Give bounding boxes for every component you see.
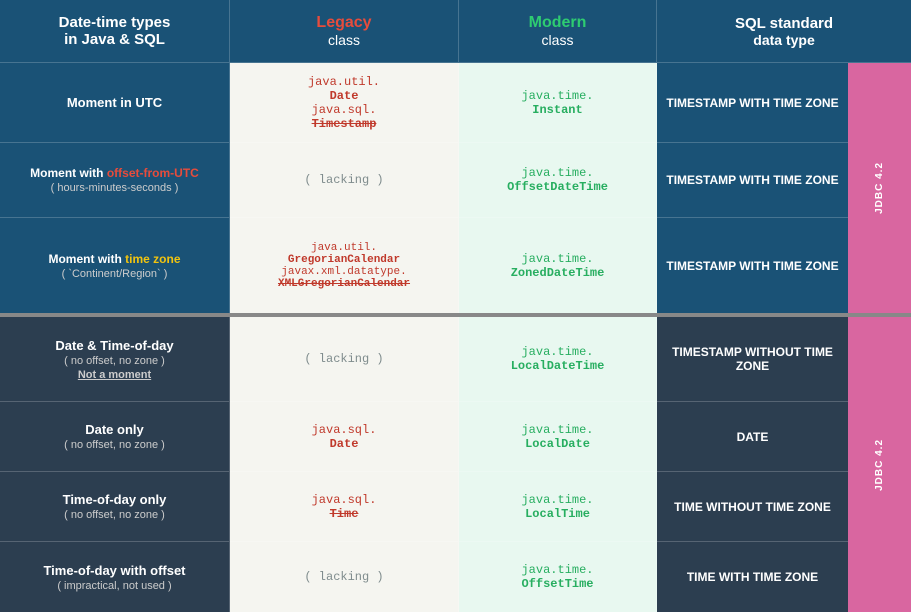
header-sql-label: SQL standard	[735, 15, 833, 32]
datetime-ldt-text: LocalDateTime	[511, 359, 605, 373]
row-datetime-sub: ( no offset, no zone )	[64, 355, 165, 367]
row-time-sub: ( no offset, no zone )	[64, 509, 165, 521]
sql-tz3-text: TIMESTAMP WITH TIME ZONE	[666, 259, 838, 273]
jdbc-bottom-cell: JDBC 4.2	[848, 317, 911, 612]
row-timeoffset-legacy: ( lacking )	[230, 542, 459, 612]
section-top: Moment in UTC java.util. Date java.sql. …	[0, 63, 911, 313]
header-col3: Modern class	[459, 0, 657, 63]
timeoffset-ot-text: OffsetTime	[521, 577, 593, 591]
sql-timewithzone-text: TIME WITH TIME ZONE	[687, 570, 818, 584]
row-offset-modern: java.time. OffsetDateTime	[459, 143, 657, 218]
header-modern-sub: class	[542, 32, 574, 48]
jdbc-top-cell: JDBC 4.2	[848, 63, 911, 313]
header-col4: SQL standard data type	[657, 0, 911, 63]
row-timeoffset-sub: ( impractical, not used )	[57, 580, 171, 592]
row-date-sql: DATE	[657, 402, 848, 472]
row-offset-main-text: Moment with offset-from-UTC	[30, 166, 199, 180]
header-legacy-sub: class	[328, 32, 360, 48]
datetime-jtime-text: java.time.	[521, 345, 593, 359]
row-zone-label: Moment with time zone ( `Continent/Region…	[0, 218, 230, 313]
time-jtime-text: java.time.	[521, 493, 593, 507]
modern-instant-text: Instant	[532, 103, 582, 117]
row-timeoffset-main: Time-of-day with offset	[43, 563, 185, 578]
header-col1-text2: in Java & SQL	[64, 31, 165, 48]
row-timeoffset-label: Time-of-day with offset ( impractical, n…	[0, 542, 230, 612]
date-ld-text: LocalDate	[525, 437, 590, 451]
legacy-util-text: java.util.	[308, 75, 380, 89]
row-date-main: Date only	[85, 422, 144, 437]
zone-jtime-text: java.time.	[521, 252, 593, 266]
legacy-timestamp-text: Timestamp	[312, 117, 377, 131]
offset-lacking-text: ( lacking )	[304, 173, 383, 187]
row-timeoffset-modern: java.time. OffsetTime	[459, 542, 657, 612]
row-time-modern: java.time. LocalTime	[459, 472, 657, 542]
row-date-sub: ( no offset, no zone )	[64, 439, 165, 451]
row-zone-modern: java.time. ZonedDateTime	[459, 218, 657, 313]
datetime-lacking-text: ( lacking )	[304, 352, 383, 366]
timeoffset-lacking-text: ( lacking )	[304, 570, 383, 584]
row-datetime-sub2: Not a moment	[78, 369, 151, 381]
row-moment-utc-label: Moment in UTC	[0, 63, 230, 143]
zone-zdt-text: ZonedDateTime	[511, 266, 605, 280]
time-lt-text: LocalTime	[525, 507, 590, 521]
jdbc-bottom-label: JDBC 4.2	[874, 439, 885, 491]
zone-util-text: java.util.	[311, 242, 377, 254]
row-zone-main-text: Moment with time zone	[48, 252, 180, 266]
header-modern-label: Modern	[529, 14, 587, 32]
header-col2: Legacy class	[230, 0, 459, 63]
sql-notz1-text: TIMESTAMP WITHOUT TIME ZONE	[663, 345, 842, 373]
row-moment-utc-legacy: java.util. Date java.sql. Timestamp	[230, 63, 459, 143]
legacy-date-text: Date	[330, 89, 359, 103]
row-date-legacy: java.sql. Date	[230, 402, 459, 472]
row-date-modern: java.time. LocalDate	[459, 402, 657, 472]
header-row: Date-time types in Java & SQL Legacy cla…	[0, 0, 911, 63]
row-time-sql: TIME WITHOUT TIME ZONE	[657, 472, 848, 542]
row-datetime-main: Date & Time-of-day	[55, 338, 173, 353]
row-offset-sub-text: ( hours-minutes-seconds )	[51, 182, 179, 194]
row-datetime-label: Date & Time-of-day ( no offset, no zone …	[0, 317, 230, 402]
offset-jtime-text: java.time.	[521, 166, 593, 180]
row-time-legacy: java.sql. Time	[230, 472, 459, 542]
row-time-main: Time-of-day only	[63, 492, 167, 507]
timeoffset-jtime-text: java.time.	[521, 563, 593, 577]
header-col1-text: Date-time types	[59, 14, 171, 31]
row-zone-sql: TIMESTAMP WITH TIME ZONE	[657, 218, 848, 313]
date-date-text: Date	[330, 437, 359, 451]
zone-xmlgreg-text: XMLGregorianCalendar	[278, 278, 410, 290]
row-moment-utc-sql: TIMESTAMP WITH TIME ZONE	[657, 63, 848, 143]
row-datetime-sql: TIMESTAMP WITHOUT TIME ZONE	[657, 317, 848, 402]
row-offset-legacy: ( lacking )	[230, 143, 459, 218]
row-offset-sql: TIMESTAMP WITH TIME ZONE	[657, 143, 848, 218]
legacy-sql-text: java.sql.	[312, 103, 377, 117]
row-moment-utc-modern: java.time. Instant	[459, 63, 657, 143]
row-zone-sub-text: ( `Continent/Region` )	[62, 268, 168, 280]
row-offset-label: Moment with offset-from-UTC ( hours-minut…	[0, 143, 230, 218]
time-time-text: Time	[330, 507, 359, 521]
offset-odt-text: OffsetDateTime	[507, 180, 608, 194]
row-zone-legacy: java.util. GregorianCalendar javax.xml.d…	[230, 218, 459, 313]
modern-jtime-text: java.time.	[521, 89, 593, 103]
header-sql-sub: data type	[753, 32, 814, 48]
date-jtime-text: java.time.	[521, 423, 593, 437]
date-sql-text: java.sql.	[312, 423, 377, 437]
section-bottom: Date & Time-of-day ( no offset, no zone …	[0, 317, 911, 612]
row-moment-utc-text: Moment in UTC	[67, 95, 162, 110]
header-legacy-label: Legacy	[316, 14, 371, 32]
zone-greg-text: GregorianCalendar	[288, 254, 400, 266]
jdbc-top-label: JDBC 4.2	[874, 162, 885, 214]
row-datetime-legacy: ( lacking )	[230, 317, 459, 402]
time-sql-text: java.sql.	[312, 493, 377, 507]
row-date-label: Date only ( no offset, no zone )	[0, 402, 230, 472]
sql-date-text: DATE	[737, 430, 769, 444]
row-datetime-modern: java.time. LocalDateTime	[459, 317, 657, 402]
row-timeoffset-sql: TIME WITH TIME ZONE	[657, 542, 848, 612]
zone-xml-text: javax.xml.datatype.	[281, 266, 406, 278]
sql-tz1-text: TIMESTAMP WITH TIME ZONE	[666, 96, 838, 110]
row-time-label: Time-of-day only ( no offset, no zone )	[0, 472, 230, 542]
header-col1: Date-time types in Java & SQL	[0, 0, 230, 63]
sql-time-text: TIME WITHOUT TIME ZONE	[674, 500, 831, 514]
sql-tz2-text: TIMESTAMP WITH TIME ZONE	[666, 173, 838, 187]
